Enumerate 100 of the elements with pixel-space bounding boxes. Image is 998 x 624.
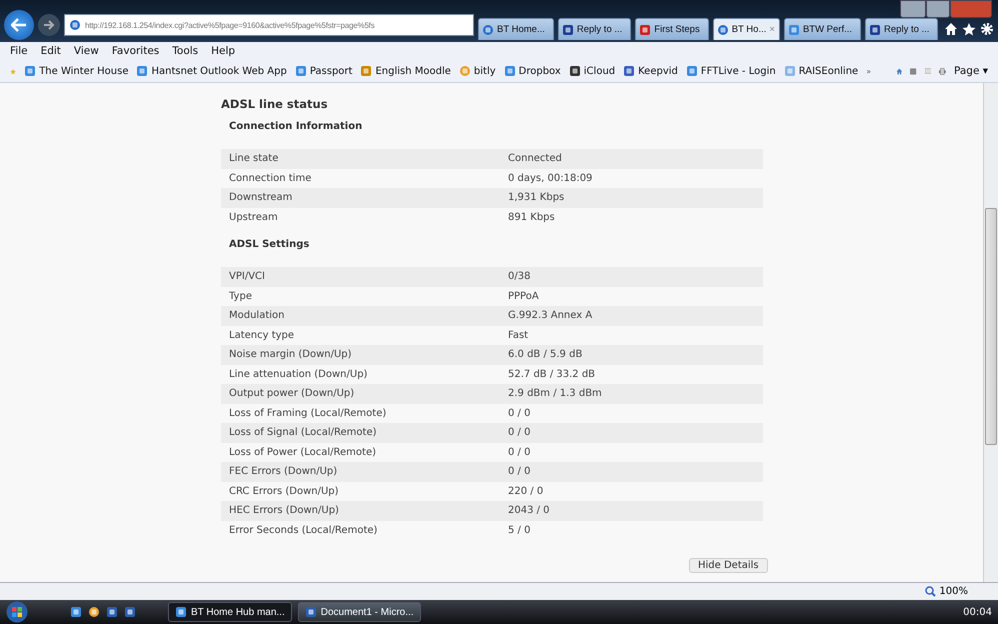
page-title: ADSL line status: [221, 97, 329, 113]
site-icon: [623, 65, 636, 77]
browser-tab[interactable]: BT Ho... ×: [712, 18, 780, 40]
value-cell-text: 0 / 0: [507, 466, 532, 478]
hide-details-button[interactable]: Hide Details: [689, 558, 768, 573]
quick-launch-icon: [70, 606, 82, 618]
value-cell-text: 6.0 dB / 5.9 dB: [507, 349, 584, 360]
value-cell-text: 1,931 Kbps: [507, 192, 566, 204]
menu-item[interactable]: Edit: [40, 45, 61, 57]
value-cell-text: G.992.3 Annex A: [507, 310, 594, 322]
favorite-link[interactable]: Hantsnet Outlook Web App: [136, 65, 287, 77]
browser-tab[interactable]: BTW Perf...: [784, 18, 862, 40]
clock: 00:04: [963, 606, 992, 618]
app-icon: [175, 606, 187, 618]
browser-tab[interactable]: Reply to ...: [558, 18, 632, 40]
start-button[interactable]: [6, 601, 28, 623]
label-cell-text: Noise margin (Down/Up): [228, 349, 353, 360]
label-cell-text: CRC Errors (Down/Up): [228, 486, 340, 497]
back-button[interactable]: [4, 10, 34, 40]
quick-launch-icon: [106, 606, 118, 618]
label-cell-text: VPI/VCI: [228, 271, 266, 282]
label-cell-text: Output power (Down/Up): [228, 388, 356, 400]
label-cell-text: Loss of Power (Local/Remote): [228, 446, 378, 458]
globe-icon: [69, 19, 81, 31]
forward-button[interactable]: [38, 14, 60, 36]
taskbar-button[interactable]: Document1 - Micro...: [298, 602, 421, 622]
label-cell-text: Type: [228, 290, 253, 302]
menu-item[interactable]: View: [74, 45, 99, 57]
value-cell-text: Connected: [507, 153, 563, 164]
tab-icon: [482, 24, 494, 36]
label-cell-text: Line attenuation (Down/Up): [228, 368, 368, 380]
more-button[interactable]: »: [866, 66, 872, 76]
site-icon: [136, 65, 148, 77]
label-cell-text: Loss of Framing (Local/Remote): [228, 408, 388, 419]
menu-item[interactable]: File: [10, 45, 28, 57]
label-cell-text: Connection time: [228, 172, 312, 184]
value-cell-text: 0 / 0: [507, 408, 532, 419]
favorite-link[interactable]: iCloud: [568, 65, 616, 77]
section-heading: Connection Information: [228, 120, 364, 134]
value-cell-text: 891 Kbps: [507, 212, 556, 223]
address-field[interactable]: http://192.168.1.254/index.cgi?active%5fpage=9160&active%5fpage%5fstr=page%5fs: [64, 14, 474, 36]
value-cell-text: 2.9 dBm / 1.3 dBm: [507, 388, 603, 400]
favorite-link[interactable]: Passport: [294, 65, 352, 77]
browser-tab[interactable]: First Steps: [635, 18, 709, 40]
taskbar-button[interactable]: BT Home Hub man...: [168, 602, 292, 622]
favorite-link[interactable]: FFTLive - Login: [686, 65, 776, 77]
label-cell-text: Upstream: [228, 212, 279, 223]
scrollbar[interactable]: [983, 83, 998, 582]
zoom-icon[interactable]: [925, 586, 936, 597]
value-cell-text: 0 / 0: [507, 446, 532, 458]
forward-arrow-icon: [43, 20, 55, 30]
site-icon: [504, 65, 516, 77]
site-icon: [568, 65, 581, 77]
quick-launch-icon: [124, 606, 136, 618]
label-cell-text: FEC Errors (Down/Up): [228, 466, 338, 478]
label-cell-text: Modulation: [228, 310, 286, 322]
restore-button[interactable]: [926, 0, 950, 18]
minimize-button[interactable]: [900, 0, 926, 18]
value-cell-text: 2043 / 0: [507, 505, 551, 516]
label-cell-text: Loss of Signal (Local/Remote): [228, 427, 378, 438]
tab-icon: [788, 24, 800, 36]
site-icon: [360, 65, 372, 77]
menu-item[interactable]: Tools: [172, 45, 198, 57]
value-cell-text: 220 / 0: [507, 486, 544, 497]
tab-icon: [562, 24, 574, 36]
favorite-link[interactable]: Dropbox: [504, 65, 561, 77]
site-icon: [24, 65, 36, 77]
label-cell-text: Downstream: [228, 192, 294, 204]
home-icon[interactable]: [944, 22, 958, 36]
page-menu[interactable]: Page ▾: [954, 65, 988, 77]
label-cell-text: Latency type: [228, 330, 296, 341]
star-icon[interactable]: [962, 22, 976, 36]
value-cell-text: Fast: [507, 330, 530, 341]
value-cell-text: PPPoA: [507, 290, 540, 302]
tab-icon: [639, 24, 652, 36]
browser-tab[interactable]: Reply to ...: [865, 18, 938, 40]
label-cell-text: HEC Errors (Down/Up): [228, 505, 340, 516]
value-cell-text: 5 / 0: [507, 524, 532, 536]
site-icon: [458, 65, 471, 77]
value-cell-text: 0 / 0: [507, 427, 532, 438]
section-heading: ADSL Settings: [228, 238, 310, 252]
browser-tab[interactable]: BT Home...: [478, 18, 554, 40]
tab-icon: [869, 24, 882, 36]
favorite-link[interactable]: RAISEonline: [784, 65, 858, 77]
back-arrow-icon: [11, 18, 27, 32]
site-icon: [294, 65, 307, 77]
menu-item[interactable]: Favorites: [112, 45, 160, 57]
settings-icon[interactable]: [980, 22, 994, 36]
tab-icon: [716, 24, 729, 36]
label-cell-text: Error Seconds (Local/Remote): [228, 524, 378, 536]
zoom-level[interactable]: 100%: [939, 586, 968, 597]
value-cell-text: 52.7 dB / 33.2 dB: [507, 368, 596, 380]
favorite-link[interactable]: bitly: [458, 65, 496, 77]
menu-item[interactable]: Help: [211, 45, 236, 57]
favorite-link[interactable]: English Moodle: [360, 65, 451, 77]
favorite-link[interactable]: The Winter House: [24, 65, 128, 77]
favorite-link[interactable]: Keepvid: [623, 65, 678, 77]
value-cell-text: 0/38: [507, 271, 532, 282]
value-cell-text: 0 days, 00:18:09: [507, 172, 594, 184]
quick-launch-icon: [88, 606, 100, 618]
